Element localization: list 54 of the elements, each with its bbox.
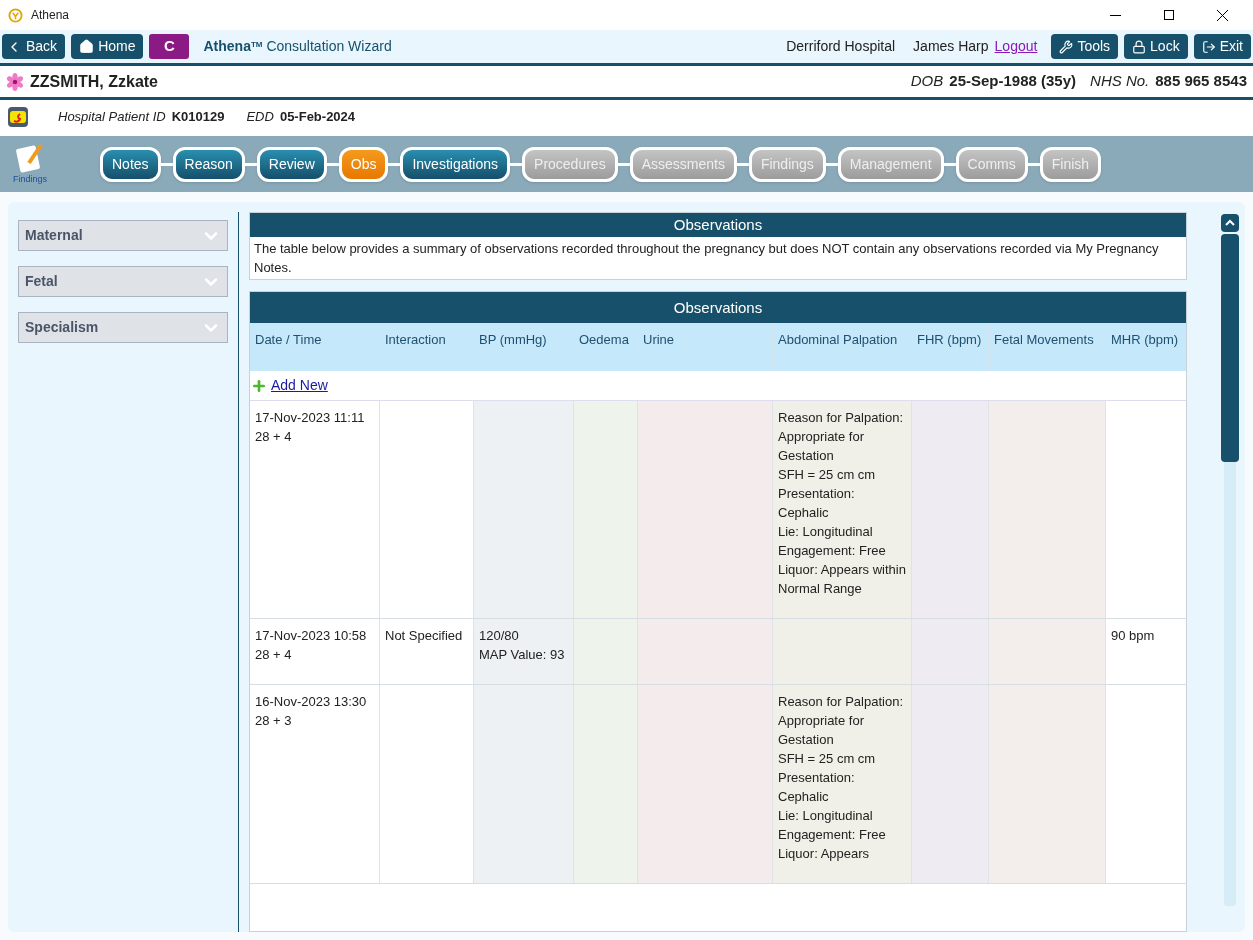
tools-icon [1059, 39, 1074, 54]
column-header: Date / Time [250, 323, 380, 371]
consultation-badge: C [149, 34, 190, 59]
info-panel-title: Observations [250, 213, 1186, 237]
wizard-step-tab[interactable]: Notes [100, 146, 161, 182]
lock-button[interactable]: Lock [1124, 34, 1188, 59]
sidebar-section[interactable]: Maternal [18, 220, 228, 251]
column-header: Abdominal Palpation [773, 323, 912, 371]
wizard-icon-label: Findings [13, 173, 47, 187]
table-cell: 120/80 MAP Value: 93 [474, 619, 574, 684]
table-cell: Reason for Palpation: Appropriate for Gestation SFH = 25 cm cm Presentation: Cephalic Lie: Longitudinal Engagement: Free Liquor: Appears [773, 685, 912, 883]
alert-hand-icon [8, 107, 28, 127]
window-title: Athena [31, 7, 70, 24]
edd-label: EDD [246, 108, 274, 127]
column-header: MHR (bpm) [1106, 323, 1186, 371]
sidebar-section[interactable]: Specialism [18, 312, 228, 343]
dob-label: DOB [910, 71, 944, 92]
column-header: Oedema [574, 323, 638, 371]
nhs-value: 885 965 8543 [1155, 71, 1247, 92]
hospital-id-label: Hospital Patient ID [58, 108, 166, 127]
user-name: James Harp [913, 37, 989, 56]
column-header: Interaction [380, 323, 474, 371]
logout-link[interactable]: Logout [994, 36, 1038, 57]
column-header: Fetal Movements [989, 323, 1106, 371]
app-logo-icon [8, 7, 23, 23]
home-icon [79, 39, 95, 54]
column-header: BP (mmHg) [474, 323, 574, 371]
hospital-name: Derriford Hospital [786, 37, 896, 56]
exit-icon [1201, 39, 1216, 54]
hospital-id-value: K010129 [171, 108, 225, 127]
table-cell: Reason for Palpation: Appropriate for Gestation SFH = 25 cm cm Presentation: Cephalic Lie: Longitudinal Engagement: Free Liquor: Appears within Normal Range [773, 401, 912, 618]
wizard-step-tab[interactable]: Review [256, 146, 327, 182]
table-title: Observations [250, 292, 1186, 323]
lock-icon [1132, 39, 1147, 54]
add-new-link[interactable]: Add New [271, 375, 328, 396]
flower-icon [6, 72, 24, 91]
nhs-label: NHS No. [1090, 71, 1150, 92]
patient-name: ZZSMITH, Zzkate [30, 71, 158, 92]
wizard-step-tab[interactable]: Reason [172, 146, 245, 182]
tools-button[interactable]: Tools [1051, 34, 1119, 59]
back-button[interactable]: Back [2, 34, 66, 59]
close-icon[interactable] [1217, 9, 1228, 21]
notepad-pencil-icon [15, 141, 45, 174]
app-title: Athena$^{TM}$ Consultation Wizard [203, 37, 392, 56]
column-header: FHR (bpm) [912, 323, 989, 371]
home-button[interactable]: Home [71, 34, 144, 59]
dob-value: 25-Sep-1988 (35y) [949, 71, 1077, 92]
edd-value: 05-Feb-2024 [279, 108, 356, 127]
sidebar-section[interactable]: Fetal [18, 266, 228, 297]
info-panel-text: The table below provides a summary of observations recorded throughout the pregnancy but does NOT contain any observations recorded via My Pregnancy Notes. [253, 240, 1160, 277]
column-header: Urine [638, 323, 773, 371]
exit-button[interactable]: Exit [1193, 34, 1251, 59]
wizard-step-tab[interactable]: Investigations [400, 146, 511, 182]
plus-icon [251, 377, 267, 394]
